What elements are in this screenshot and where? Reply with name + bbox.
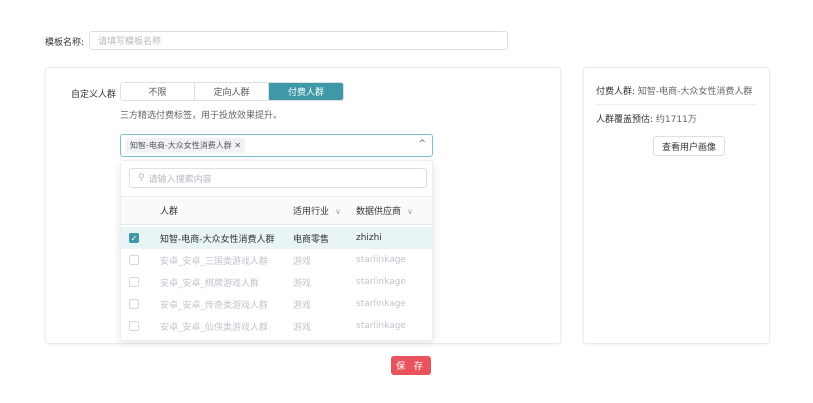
view-user-portrait-button[interactable]: 查看用户画像: [653, 136, 725, 156]
placeholder: 请填写模板名称: [98, 37, 162, 47]
table-row[interactable]: ✓ 知智-电商-大众女性消费人群 电商零售 zhizhi: [121, 227, 432, 249]
table-row: 安卓_安卓_棋牌游戏人群 游戏 starlinkage: [121, 271, 432, 293]
industry: 游戏: [293, 322, 312, 333]
audience-segmented: 不限 定向人群 付费人群: [120, 82, 344, 101]
vendor: zhizhi: [356, 233, 382, 243]
save-button[interactable]: 保 存: [391, 356, 431, 375]
industry: 游戏: [293, 256, 312, 267]
template-name-label: 模板名称:: [45, 38, 85, 48]
table-header: 人群 适用行业 ∨ 数据供应商 ∨: [121, 196, 432, 225]
table-row: 安卓_安卓_三国类游戏人群 游戏 starlinkage: [121, 249, 432, 271]
chevron-down-icon: ∨: [407, 207, 413, 216]
segment-paid[interactable]: 付费人群: [269, 83, 343, 100]
column-header-vendor[interactable]: 数据供应商 ∨: [356, 204, 413, 217]
selected-tag: 知智-电商-大众女性消费人群 ✕: [126, 138, 246, 153]
template-name-input[interactable]: 请填写模板名称: [89, 31, 508, 50]
checkbox[interactable]: ✓: [129, 233, 139, 243]
column-header-audience: 人群: [160, 207, 179, 217]
audience-name: 安卓_安卓_三国类游戏人群: [160, 256, 269, 267]
vendor: starlinkage: [356, 299, 406, 309]
audience-hint: 三方精选付费标签，用于投放效果提升。: [120, 111, 283, 121]
tag-label: 知智-电商-大众女性消费人群: [130, 141, 232, 150]
audience-dropdown: ⚲ 请输入搜索内容 人群 适用行业 ∨ 数据供应商 ∨ ✓ 知智-电商-大众女性消费人…: [120, 160, 433, 341]
table-row: 安卓_安卓_传奇类游戏人群 游戏 starlinkage: [121, 293, 432, 315]
close-icon[interactable]: ✕: [234, 141, 241, 150]
industry: 游戏: [293, 300, 312, 311]
audience-select[interactable]: 知智-电商-大众女性消费人群 ✕ ^: [120, 134, 433, 157]
chevron-up-icon[interactable]: ^: [418, 139, 426, 149]
checkbox[interactable]: [129, 277, 139, 287]
audience-name: 知智-电商-大众女性消费人群: [160, 234, 275, 245]
vendor: starlinkage: [356, 277, 406, 287]
segment-targeted[interactable]: 定向人群: [195, 83, 269, 100]
divider: [596, 104, 756, 105]
audience-name: 安卓_安卓_传奇类游戏人群: [160, 300, 269, 311]
audience-name: 安卓_安卓_仙侠类游戏人群: [160, 322, 269, 333]
coverage-summary: 人群覆盖预估: 约1711万: [596, 115, 697, 125]
dropdown-search-input[interactable]: ⚲ 请输入搜索内容: [129, 168, 427, 188]
vendor: starlinkage: [356, 255, 406, 265]
audience-name: 安卓_安卓_棋牌游戏人群: [160, 278, 260, 289]
paid-audience-summary: 付费人群: 知智-电商-大众女性消费人群: [596, 87, 753, 97]
placeholder: 请输入搜索内容: [148, 174, 212, 185]
search-icon: ⚲: [138, 173, 145, 183]
vendor: starlinkage: [356, 321, 406, 331]
checkbox[interactable]: [129, 255, 139, 265]
column-header-industry[interactable]: 适用行业 ∨: [293, 204, 341, 217]
audience-label: 自定义人群: [71, 90, 117, 100]
industry: 游戏: [293, 278, 312, 289]
chevron-down-icon: ∨: [335, 207, 341, 216]
table-row: 安卓_安卓_仙侠类游戏人群 游戏 starlinkage: [121, 315, 432, 337]
segment-unlimited[interactable]: 不限: [121, 83, 195, 100]
summary-card: [583, 67, 770, 344]
checkbox[interactable]: [129, 321, 139, 331]
checkbox[interactable]: [129, 299, 139, 309]
industry: 电商零售: [293, 234, 330, 245]
